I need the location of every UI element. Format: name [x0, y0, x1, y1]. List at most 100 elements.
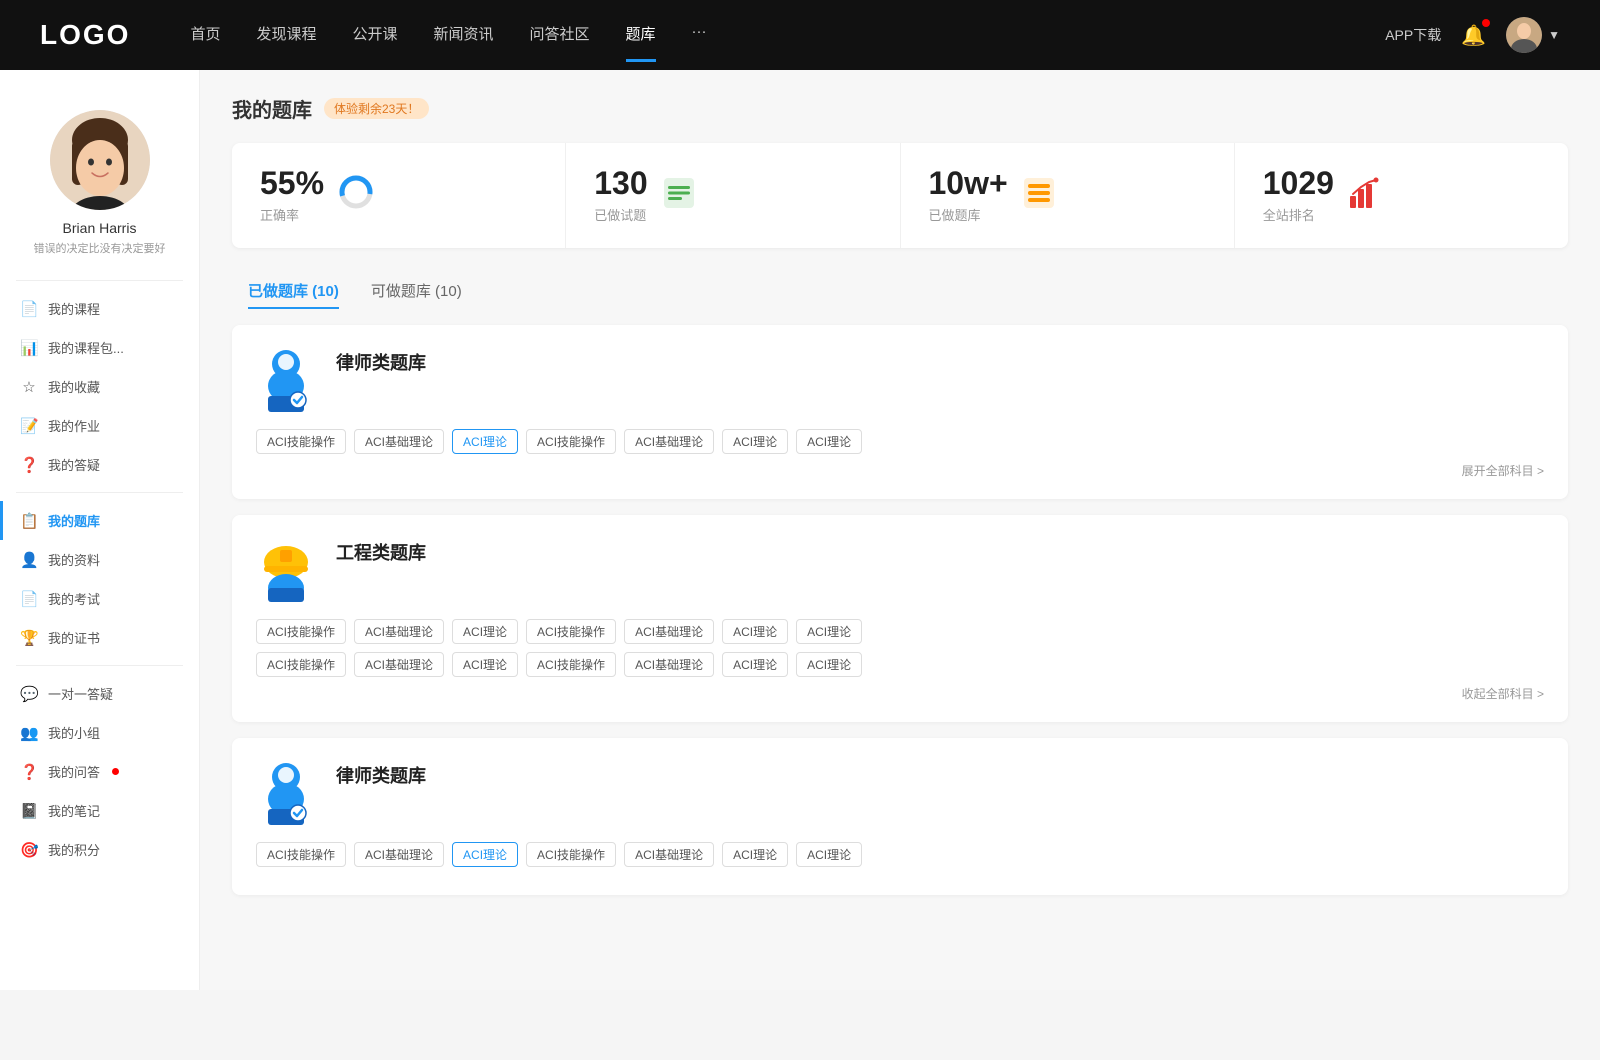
- profile-avatar: [50, 110, 150, 210]
- tag[interactable]: ACI理论: [796, 652, 862, 677]
- sidebar-item-qbank[interactable]: 📋 我的题库: [0, 501, 199, 540]
- sidebar-item-label: 我的证书: [48, 628, 100, 647]
- tab-available-banks[interactable]: 可做题库 (10): [355, 272, 478, 309]
- nav-more[interactable]: ···: [692, 23, 707, 48]
- sidebar-item-label: 我的课程: [48, 299, 100, 318]
- tag[interactable]: ACI技能操作: [256, 429, 346, 454]
- sidebar-item-label: 我的问答: [48, 762, 100, 781]
- tag[interactable]: ACI理论: [722, 619, 788, 644]
- user-avatar-wrap[interactable]: ▼: [1506, 17, 1560, 53]
- tabs-row: 已做题库 (10) 可做题库 (10): [232, 272, 1568, 309]
- nav-open-course[interactable]: 公开课: [352, 23, 397, 48]
- sidebar-item-favorites[interactable]: ☆ 我的收藏: [0, 367, 199, 406]
- tag[interactable]: ACI基础理论: [624, 429, 714, 454]
- stat-done-banks: 10w+ 已做题库: [901, 143, 1235, 248]
- bell-icon[interactable]: 🔔: [1461, 23, 1486, 48]
- tag[interactable]: ACI理论: [722, 429, 788, 454]
- sidebar-item-group[interactable]: 👥 我的小组: [0, 713, 199, 752]
- sidebar-item-label: 我的收藏: [48, 377, 100, 396]
- tag[interactable]: ACI理论: [452, 619, 518, 644]
- sidebar-item-label: 我的答疑: [48, 455, 100, 474]
- navbar-links: 首页 发现课程 公开课 新闻资讯 问答社区 题库 ···: [190, 23, 1385, 48]
- favorites-icon: ☆: [20, 378, 38, 396]
- nav-home[interactable]: 首页: [190, 23, 220, 48]
- tag[interactable]: ACI基础理论: [354, 619, 444, 644]
- main-content: 我的题库 体验剩余23天！ 55% 正确率: [200, 70, 1600, 990]
- tag[interactable]: ACI基础理论: [624, 842, 714, 867]
- tag[interactable]: ACI技能操作: [526, 429, 616, 454]
- tag[interactable]: ACI技能操作: [256, 652, 346, 677]
- sidebar-item-notes[interactable]: 📓 我的笔记: [0, 791, 199, 830]
- logo: LOGO: [40, 19, 130, 51]
- tag[interactable]: ACI理论: [722, 842, 788, 867]
- sidebar-item-points[interactable]: 🎯 我的积分: [0, 830, 199, 869]
- profile-icon: 👤: [20, 551, 38, 569]
- sidebar-item-myqa[interactable]: ❓ 我的问答: [0, 752, 199, 791]
- sidebar-item-tutor[interactable]: 💬 一对一答疑: [0, 674, 199, 713]
- profile-name: Brian Harris: [63, 220, 137, 236]
- stat-accuracy: 55% 正确率: [232, 143, 566, 248]
- chevron-down-icon: ▼: [1548, 28, 1560, 42]
- tag[interactable]: ACI基础理论: [624, 652, 714, 677]
- nav-qa[interactable]: 问答社区: [530, 23, 590, 48]
- notification-badge: [1482, 19, 1490, 27]
- nav-news[interactable]: 新闻资讯: [434, 23, 494, 48]
- notes-icon: 📓: [20, 802, 38, 820]
- stat-banks-icon: [1022, 176, 1056, 215]
- tutor-icon: 💬: [20, 685, 38, 703]
- qbank-title-2: 工程类题库: [336, 535, 426, 565]
- stat-done-icon: [662, 176, 696, 215]
- tag[interactable]: ACI基础理论: [624, 619, 714, 644]
- tag[interactable]: ACI理论: [452, 652, 518, 677]
- tag[interactable]: ACI基础理论: [354, 429, 444, 454]
- avatar: [1506, 17, 1542, 53]
- tag[interactable]: ACI基础理论: [354, 842, 444, 867]
- sidebar-item-certificate[interactable]: 🏆 我的证书: [0, 618, 199, 657]
- qbank-tags-2a: ACI技能操作 ACI基础理论 ACI理论 ACI技能操作 ACI基础理论 AC…: [256, 619, 1544, 644]
- tag-active[interactable]: ACI理论: [452, 842, 518, 867]
- tag[interactable]: ACI技能操作: [256, 619, 346, 644]
- tag[interactable]: ACI理论: [796, 842, 862, 867]
- tag[interactable]: ACI技能操作: [526, 619, 616, 644]
- sidebar-item-qa[interactable]: ❓ 我的答疑: [0, 445, 199, 484]
- tag[interactable]: ACI技能操作: [256, 842, 346, 867]
- collapse-link-2[interactable]: 收起全部科目 >: [256, 685, 1544, 702]
- stat-rank-label: 全站排名: [1263, 205, 1334, 224]
- nav-qbank[interactable]: 题库: [626, 23, 656, 48]
- tag[interactable]: ACI理论: [722, 652, 788, 677]
- myqa-icon: ❓: [20, 763, 38, 781]
- tag[interactable]: ACI技能操作: [526, 842, 616, 867]
- qbank-card-3: 律师类题库 ACI技能操作 ACI基础理论 ACI理论 ACI技能操作 ACI基…: [232, 738, 1568, 895]
- stat-rank-icon: [1348, 176, 1382, 215]
- sidebar-item-exam[interactable]: 📄 我的考试: [0, 579, 199, 618]
- sidebar-item-profile[interactable]: 👤 我的资料: [0, 540, 199, 579]
- qa-red-dot: [112, 768, 119, 775]
- sidebar-item-courses[interactable]: 📄 我的课程: [0, 289, 199, 328]
- stat-banks-label: 已做题库: [929, 205, 1008, 224]
- sidebar-item-label: 我的积分: [48, 840, 100, 859]
- stat-accuracy-icon: [338, 174, 374, 217]
- sidebar-item-label: 我的资料: [48, 550, 100, 569]
- tag-active[interactable]: ACI理论: [452, 429, 518, 454]
- page-wrap: Brian Harris 错误的决定比没有决定要好 📄 我的课程 📊 我的课程包…: [0, 70, 1600, 990]
- app-download[interactable]: APP下载: [1385, 25, 1441, 45]
- tag[interactable]: ACI理论: [796, 619, 862, 644]
- qbank-icon: 📋: [20, 512, 38, 530]
- navbar-right: APP下载 🔔 ▼: [1385, 17, 1560, 53]
- qbank-title-1: 律师类题库: [336, 345, 426, 375]
- qbank-icon-engineer: [256, 535, 316, 605]
- profile-motto: 错误的决定比没有决定要好: [34, 240, 166, 256]
- expand-link-1[interactable]: 展开全部科目 >: [256, 462, 1544, 479]
- sidebar-item-label: 我的笔记: [48, 801, 100, 820]
- tab-done-banks[interactable]: 已做题库 (10): [232, 272, 355, 309]
- tag[interactable]: ACI理论: [796, 429, 862, 454]
- sidebar-item-course-package[interactable]: 📊 我的课程包...: [0, 328, 199, 367]
- sidebar-item-homework[interactable]: 📝 我的作业: [0, 406, 199, 445]
- points-icon: 🎯: [20, 841, 38, 859]
- stats-row: 55% 正确率 130 已做试题: [232, 143, 1568, 248]
- tag[interactable]: ACI技能操作: [526, 652, 616, 677]
- nav-discover[interactable]: 发现课程: [256, 23, 316, 48]
- qbank-icon-lawyer-2: [256, 758, 316, 828]
- qbank-card-1: 律师类题库 ACI技能操作 ACI基础理论 ACI理论 ACI技能操作 ACI基…: [232, 325, 1568, 499]
- tag[interactable]: ACI基础理论: [354, 652, 444, 677]
